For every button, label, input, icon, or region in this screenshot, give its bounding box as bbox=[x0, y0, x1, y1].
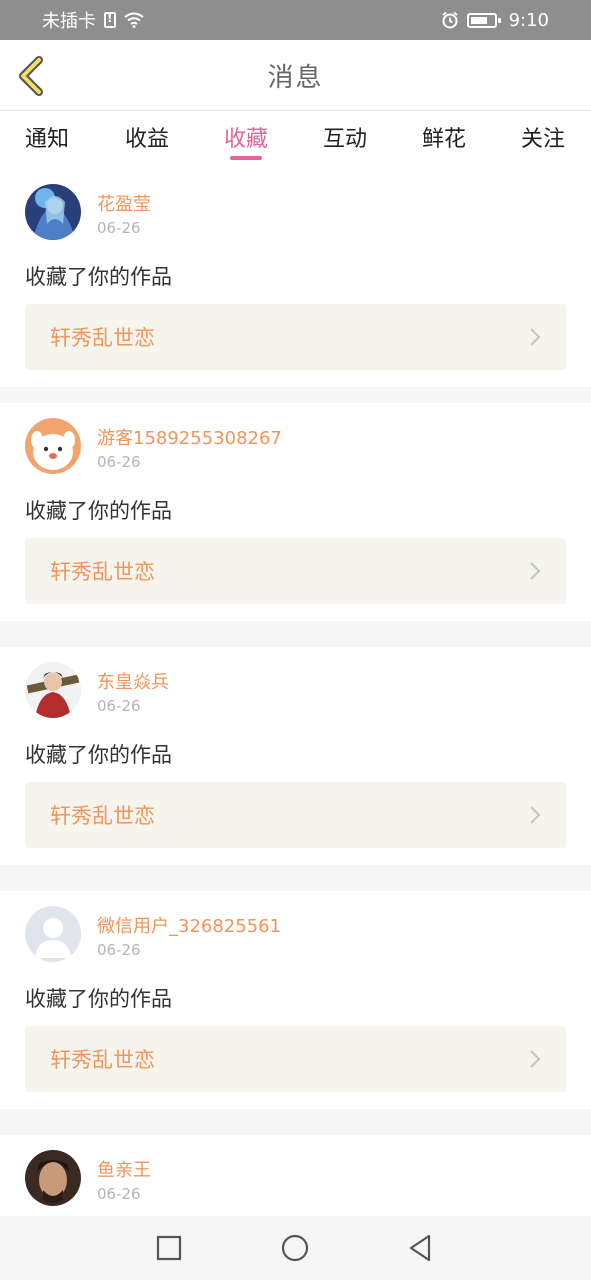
avatar[interactable] bbox=[25, 1150, 81, 1206]
list-item: 花盈莹 06-26 收藏了你的作品 轩秀乱世恋 bbox=[0, 169, 591, 387]
chevron-right-icon bbox=[530, 1050, 541, 1068]
timestamp: 06-26 bbox=[97, 1185, 141, 1203]
tab-following[interactable]: 关注 bbox=[521, 121, 565, 153]
work-link[interactable]: 轩秀乱世恋 bbox=[25, 782, 566, 848]
timestamp: 06-26 bbox=[97, 219, 141, 237]
tab-earnings[interactable]: 收益 bbox=[125, 121, 169, 153]
status-left: 未插卡 bbox=[42, 7, 144, 33]
header: 消息 bbox=[0, 40, 591, 111]
page-title: 消息 bbox=[267, 62, 324, 93]
work-title: 轩秀乱世恋 bbox=[50, 804, 155, 828]
username[interactable]: 鱼亲王 bbox=[97, 1156, 151, 1182]
work-title: 轩秀乱世恋 bbox=[50, 1048, 155, 1072]
back-nav-button[interactable] bbox=[405, 1232, 437, 1264]
wifi-icon bbox=[124, 12, 144, 28]
username[interactable]: 东皇焱兵 bbox=[97, 668, 169, 694]
status-bar: 未插卡 9:10 bbox=[0, 0, 591, 40]
status-right: 9:10 bbox=[441, 10, 549, 31]
active-tab-indicator bbox=[230, 156, 262, 160]
timestamp: 06-26 bbox=[97, 941, 141, 959]
recent-apps-button[interactable] bbox=[153, 1232, 185, 1264]
tab-interactions[interactable]: 互动 bbox=[323, 121, 367, 153]
sim-alert-icon bbox=[104, 11, 116, 28]
chevron-right-icon bbox=[530, 562, 541, 580]
avatar[interactable] bbox=[25, 906, 81, 962]
list-item: 东皇焱兵 06-26 收藏了你的作品 轩秀乱世恋 bbox=[0, 647, 591, 865]
list-item: 微信用户_326825561 06-26 收藏了你的作品 轩秀乱世恋 bbox=[0, 891, 591, 1109]
work-link[interactable]: 轩秀乱世恋 bbox=[25, 1026, 566, 1092]
tab-bar: 通知 收益 收藏 互动 鲜花 关注 bbox=[0, 111, 591, 169]
square-icon bbox=[156, 1235, 182, 1261]
battery-icon bbox=[466, 12, 501, 28]
work-title: 轩秀乱世恋 bbox=[50, 560, 155, 584]
list-item: 游客1589255308267 06-26 收藏了你的作品 轩秀乱世恋 bbox=[0, 403, 591, 621]
work-title: 轩秀乱世恋 bbox=[50, 326, 155, 350]
avatar[interactable] bbox=[25, 418, 81, 474]
system-nav-bar bbox=[0, 1216, 591, 1280]
clock-text: 9:10 bbox=[508, 9, 549, 31]
tab-flowers[interactable]: 鲜花 bbox=[422, 121, 466, 153]
alarm-icon bbox=[441, 11, 459, 29]
chevron-right-icon bbox=[530, 328, 541, 346]
home-button[interactable] bbox=[279, 1232, 311, 1264]
tab-favorites[interactable]: 收藏 bbox=[224, 121, 268, 153]
chevron-right-icon bbox=[530, 806, 541, 824]
message-text: 收藏了你的作品 bbox=[25, 743, 172, 767]
list-item: 鱼亲王 06-26 bbox=[0, 1135, 591, 1216]
triangle-back-icon bbox=[409, 1234, 431, 1262]
work-link[interactable]: 轩秀乱世恋 bbox=[25, 538, 566, 604]
back-arrow-icon bbox=[19, 56, 43, 96]
message-text: 收藏了你的作品 bbox=[25, 499, 172, 523]
work-link[interactable]: 轩秀乱世恋 bbox=[25, 304, 566, 370]
message-text: 收藏了你的作品 bbox=[25, 987, 172, 1011]
username[interactable]: 游客1589255308267 bbox=[97, 424, 282, 450]
username[interactable]: 微信用户_326825561 bbox=[97, 912, 281, 938]
message-text: 收藏了你的作品 bbox=[25, 265, 172, 289]
timestamp: 06-26 bbox=[97, 453, 141, 471]
timestamp: 06-26 bbox=[97, 697, 141, 715]
circle-icon bbox=[281, 1234, 309, 1262]
carrier-text: 未插卡 bbox=[42, 11, 96, 32]
avatar[interactable] bbox=[25, 184, 81, 240]
tab-notifications[interactable]: 通知 bbox=[25, 121, 69, 153]
username[interactable]: 花盈莹 bbox=[97, 190, 151, 216]
avatar[interactable] bbox=[25, 662, 81, 718]
back-button[interactable] bbox=[14, 53, 50, 99]
